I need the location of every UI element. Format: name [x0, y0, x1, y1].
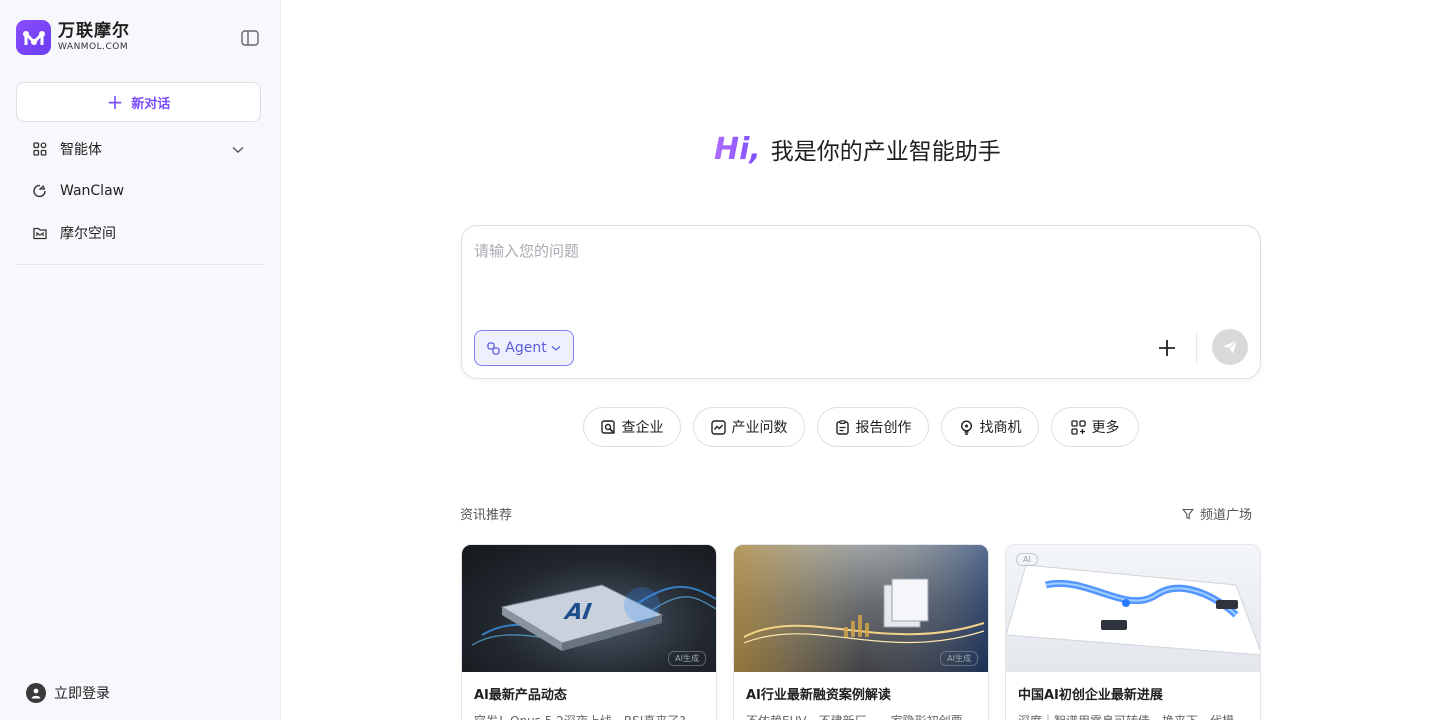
news-section-title: 资讯推荐 — [460, 508, 513, 523]
news-thumbnail-finance: AI生成 — [734, 545, 988, 672]
chart-icon — [710, 419, 726, 435]
brand-domain: WANMOL.COM — [58, 42, 129, 52]
user-avatar-icon — [26, 683, 46, 703]
quick-action-industry-data[interactable]: 产业问数 — [693, 407, 805, 447]
news-card-desc: 不依赖EUV，不建新厂，一家隐形初创要 — [746, 712, 978, 720]
ai-generated-tag: AI生成 — [668, 651, 706, 666]
quick-action-find-opportunity[interactable]: 找商机 — [941, 407, 1039, 447]
sidebar-collapse-icon[interactable] — [240, 28, 260, 48]
quick-action-company-search[interactable]: 查企业 — [583, 407, 681, 447]
sidebar-item-label: 摩尔空间 — [60, 226, 116, 242]
news-card[interactable]: AI AI生成 AI最新产品动态 突发！Opus 5.2深夜上线，RSI真来了? — [461, 544, 717, 720]
chat-composer: Agent — [461, 225, 1261, 379]
send-button[interactable] — [1212, 329, 1248, 365]
sidebar: 万联摩尔 WANMOL.COM + 新对话 智能体 WanClaw 摩尔空间 立… — [0, 0, 281, 720]
agent-mode-button[interactable]: Agent — [474, 330, 574, 366]
quick-action-label: 查企业 — [621, 420, 664, 436]
chevron-down-icon — [232, 142, 244, 158]
ai-generated-tag: AI生成 — [940, 651, 978, 666]
agent-mode-label: Agent — [505, 340, 547, 356]
hero-title: 我是你的产业智能助手 — [770, 139, 1001, 165]
quick-action-label: 更多 — [1091, 420, 1120, 436]
new-chat-button[interactable]: + 新对话 — [16, 82, 261, 122]
sidebar-item-wanclaw[interactable]: WanClaw — [16, 172, 264, 210]
news-card-title: AI行业最新融资案例解读 — [746, 688, 891, 703]
sidebar-item-agents[interactable]: 智能体 — [16, 130, 264, 168]
bulb-icon — [959, 419, 974, 435]
filter-icon — [1182, 508, 1194, 520]
chevron-down-icon — [551, 345, 561, 352]
channel-square-label: 频道广场 — [1200, 508, 1253, 523]
sidebar-divider — [16, 264, 264, 265]
apps-icon — [32, 141, 48, 157]
login-button[interactable]: 立即登录 — [26, 683, 110, 703]
brand-name: 万联摩尔 — [58, 21, 130, 41]
news-card[interactable]: AI 中国AI初创企业最新进展 深度｜智谱用零息可转债，换来下一代模 — [1005, 544, 1261, 720]
quick-action-label: 报告创作 — [855, 420, 912, 436]
quick-action-more[interactable]: 更多 — [1051, 407, 1139, 447]
news-thumbnail-startup: AI — [1006, 545, 1260, 672]
news-card-title: 中国AI初创企业最新进展 — [1018, 688, 1163, 703]
folder-icon — [32, 225, 48, 241]
add-attachment-icon[interactable] — [1156, 337, 1178, 359]
link-icon — [487, 341, 500, 355]
hero-heading: Hi, 我是你的产业智能助手 — [714, 132, 1001, 167]
sidebar-item-label: WanClaw — [60, 183, 125, 199]
brand-logo[interactable]: 万联摩尔 WANMOL.COM — [16, 20, 130, 55]
new-chat-label: 新对话 — [131, 96, 171, 112]
quick-action-label: 找商机 — [979, 420, 1022, 436]
news-card-desc: 突发！Opus 5.2深夜上线，RSI真来了? — [474, 712, 706, 720]
more-apps-icon — [1070, 419, 1086, 435]
logo-mark-icon — [16, 20, 51, 55]
send-icon — [1223, 340, 1238, 354]
ai-generated-tag: AI — [1016, 553, 1038, 566]
hero-greeting: Hi, — [714, 132, 761, 167]
composer-divider — [1196, 332, 1197, 364]
report-icon — [835, 419, 850, 435]
company-search-icon — [600, 419, 616, 435]
quick-action-label: 产业问数 — [731, 420, 788, 436]
news-card-desc: 深度｜智谱用零息可转债，换来下一代模 — [1018, 712, 1250, 720]
sidebar-item-moer-space[interactable]: 摩尔空间 — [16, 214, 264, 252]
channel-square-link[interactable]: 频道广场 — [1182, 504, 1252, 523]
login-label: 立即登录 — [54, 686, 110, 702]
claw-icon — [32, 183, 48, 199]
news-thumbnail-ai-chip: AI AI生成 — [462, 545, 716, 672]
news-card-title: AI最新产品动态 — [474, 688, 567, 703]
news-card[interactable]: AI生成 AI行业最新融资案例解读 不依赖EUV，不建新厂，一家隐形初创要 — [733, 544, 989, 720]
sidebar-item-label: 智能体 — [60, 142, 102, 158]
quick-action-report-writing[interactable]: 报告创作 — [817, 407, 929, 447]
plus-icon: + — [106, 90, 124, 114]
question-input[interactable] — [474, 242, 1234, 260]
